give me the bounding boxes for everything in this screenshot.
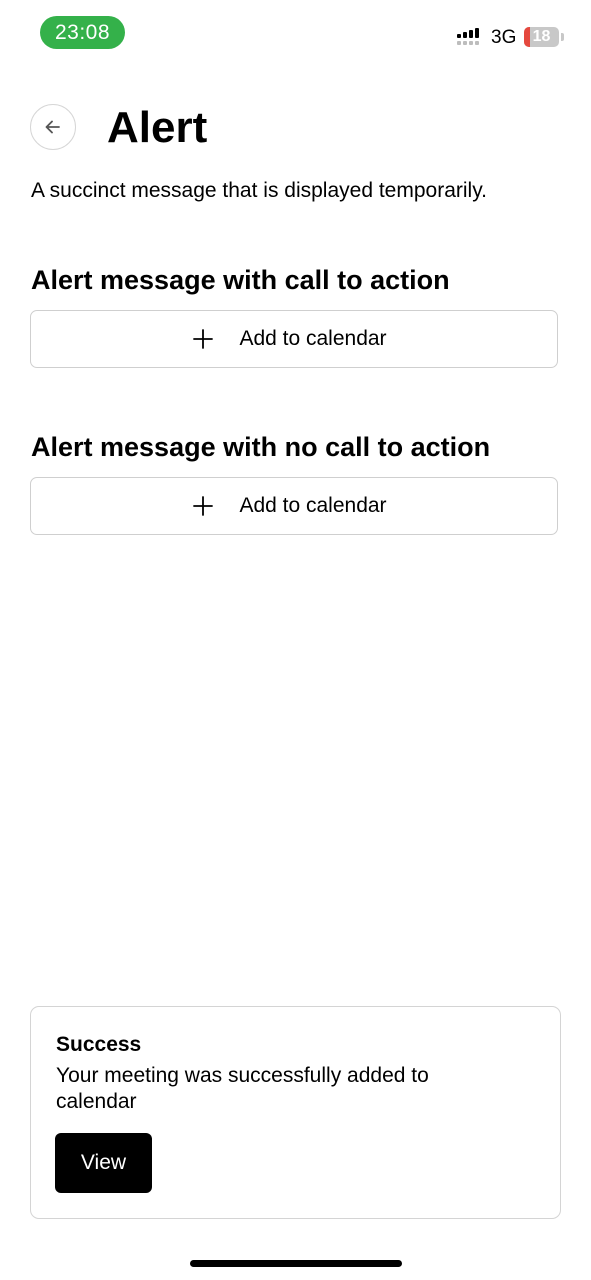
status-time: 23:08 [40, 16, 125, 49]
page-title: Alert [107, 103, 208, 152]
network-type: 3G [491, 27, 517, 48]
page-description: A succinct message that is displayed tem… [31, 179, 487, 202]
alert-title: Success [56, 1033, 142, 1056]
back-button[interactable] [30, 104, 76, 150]
battery-percentage: 18 [532, 28, 551, 45]
add-to-calendar-button[interactable]: Add to calendar [30, 310, 558, 368]
battery-icon: 18 [524, 27, 564, 47]
section-title-call-to-action: Alert message with call to action [31, 265, 450, 295]
add-to-calendar-button[interactable]: Add to calendar [30, 477, 558, 535]
status-bar: 23:08 3G 18 [0, 0, 591, 70]
add-to-calendar-label: Add to calendar [239, 494, 387, 517]
home-indicator[interactable] [190, 1260, 402, 1267]
plus-icon [193, 496, 214, 516]
cellular-signal-icon [457, 28, 479, 45]
add-to-calendar-label: Add to calendar [239, 327, 387, 350]
plus-icon [193, 329, 214, 349]
alert-message: Your meeting was successfully added to c… [56, 1064, 429, 1113]
section-title-no-call-to-action: Alert message with no call to action [31, 432, 491, 462]
arrow-left-icon [45, 120, 60, 134]
view-button[interactable]: View [55, 1133, 152, 1193]
success-alert: Success Your meeting was successfully ad… [30, 1006, 561, 1219]
